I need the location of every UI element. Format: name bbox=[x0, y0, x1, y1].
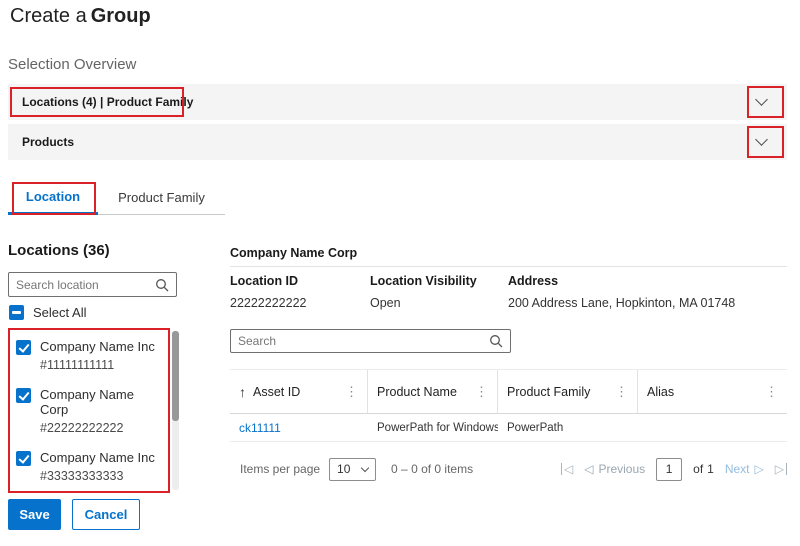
location-checkbox[interactable] bbox=[16, 388, 31, 403]
items-per-page-value: 10 bbox=[337, 462, 350, 476]
chevron-down-icon bbox=[361, 463, 369, 471]
column-header-alias[interactable]: Alias ⋮ bbox=[638, 370, 787, 413]
column-label: Product Family bbox=[507, 385, 590, 399]
tab-product-family[interactable]: Product Family bbox=[98, 181, 225, 214]
location-checkbox[interactable] bbox=[16, 340, 31, 355]
scrollbar-thumb[interactable] bbox=[172, 331, 179, 421]
table-header: ↑ Asset ID ⋮ Product Name ⋮ Product Fami… bbox=[230, 369, 787, 414]
pagination-controls: ◁ ◁ Previous of 1 Next ▷ ▷ bbox=[561, 458, 787, 481]
items-per-page-select[interactable]: 10 bbox=[329, 458, 376, 481]
page-title: Create aGroup bbox=[10, 5, 151, 28]
asset-search-input[interactable] bbox=[238, 334, 489, 348]
search-icon bbox=[155, 278, 169, 292]
field-label: Address bbox=[508, 274, 735, 288]
column-header-asset-id[interactable]: ↑ Asset ID ⋮ bbox=[230, 370, 368, 413]
previous-triangle-icon: ◁ bbox=[584, 462, 593, 476]
locations-count-heading: Locations (36) bbox=[8, 242, 110, 259]
accordion-products-label: Products bbox=[22, 135, 74, 149]
select-all-label: Select All bbox=[33, 305, 86, 320]
next-triangle-icon: ▷ bbox=[755, 462, 764, 476]
page-number-input[interactable] bbox=[656, 458, 682, 481]
field-address: Address 200 Address Lane, Hopkinton, MA … bbox=[508, 274, 735, 310]
cancel-button[interactable]: Cancel bbox=[72, 499, 140, 530]
page-title-regular: Create a bbox=[10, 5, 87, 27]
chevron-down-icon[interactable] bbox=[751, 132, 771, 152]
list-item[interactable]: Company Name Inc #33333333333 bbox=[10, 442, 168, 490]
field-label: Location Visibility bbox=[370, 274, 477, 288]
tab-product-family-label: Product Family bbox=[118, 190, 205, 205]
chevron-down-glyph bbox=[755, 93, 768, 106]
last-page-icon[interactable]: ▷ bbox=[775, 463, 787, 475]
save-button[interactable]: Save bbox=[8, 499, 61, 530]
list-item[interactable]: Company Name Inc #11111111111 bbox=[10, 331, 168, 379]
column-menu-icon[interactable]: ⋮ bbox=[475, 384, 488, 400]
tab-bar: Location Product Family bbox=[8, 181, 225, 215]
location-id: #33333333333 bbox=[40, 469, 155, 483]
of-text: of bbox=[693, 462, 703, 476]
field-location-id: Location ID 22222222222 bbox=[230, 274, 306, 310]
accordion-products[interactable]: Products bbox=[8, 124, 787, 160]
location-text: Company Name Corp #22222222222 bbox=[40, 387, 164, 435]
column-header-product-name[interactable]: Product Name ⋮ bbox=[368, 370, 498, 413]
table-row: ck11111 PowerPath for Windows PowerPath bbox=[230, 414, 787, 442]
assets-table: ↑ Asset ID ⋮ Product Name ⋮ Product Fami… bbox=[230, 369, 787, 442]
tab-location[interactable]: Location bbox=[8, 181, 98, 215]
column-label: Product Name bbox=[377, 385, 457, 399]
field-value: 200 Address Lane, Hopkinton, MA 01748 bbox=[508, 296, 735, 310]
column-menu-icon[interactable]: ⋮ bbox=[345, 384, 358, 400]
location-name: Company Name Inc bbox=[40, 450, 155, 465]
list-item[interactable]: Company Name Corp #22222222222 bbox=[10, 379, 168, 442]
location-checkbox[interactable] bbox=[16, 451, 31, 466]
column-header-product-family[interactable]: Product Family ⋮ bbox=[498, 370, 638, 413]
field-value: Open bbox=[370, 296, 477, 310]
accordion-locations-label: Locations (4) | Product Family bbox=[22, 95, 193, 109]
column-label: Asset ID bbox=[253, 385, 300, 399]
field-value: 22222222222 bbox=[230, 296, 306, 310]
accordion-locations[interactable]: Locations (4) | Product Family bbox=[8, 84, 787, 120]
selection-overview-heading: Selection Overview bbox=[8, 56, 136, 73]
company-heading: Company Name Corp bbox=[230, 246, 357, 260]
items-per-page-label: Items per page bbox=[240, 462, 320, 476]
location-search-box bbox=[8, 272, 177, 297]
product-family-cell: PowerPath bbox=[498, 422, 638, 434]
column-menu-icon[interactable]: ⋮ bbox=[615, 384, 628, 400]
location-name: Company Name Corp bbox=[40, 387, 164, 417]
field-label: Location ID bbox=[230, 274, 306, 288]
previous-page-button[interactable]: ◁ Previous bbox=[584, 462, 645, 476]
pagination-bar: Items per page 10 0 – 0 of 0 items ◁ ◁ P… bbox=[230, 454, 787, 484]
select-all-row[interactable]: Select All bbox=[9, 305, 86, 320]
sort-ascending-icon[interactable]: ↑ bbox=[239, 384, 246, 400]
divider bbox=[230, 266, 787, 267]
locations-list: Company Name Inc #11111111111 Company Na… bbox=[10, 331, 168, 490]
location-name: Company Name Inc bbox=[40, 339, 155, 354]
field-location-visibility: Location Visibility Open bbox=[370, 274, 477, 310]
create-group-page: Create aGroup Selection Overview Locatio… bbox=[0, 0, 800, 546]
asset-search-box bbox=[230, 329, 511, 353]
total-pages: 1 bbox=[707, 462, 714, 476]
page-title-bold: Group bbox=[91, 5, 151, 27]
first-page-icon[interactable]: ◁ bbox=[561, 463, 573, 475]
select-all-checkbox[interactable] bbox=[9, 305, 24, 320]
location-search-input[interactable] bbox=[16, 278, 155, 292]
tab-location-label: Location bbox=[26, 189, 80, 204]
previous-label: Previous bbox=[598, 462, 645, 476]
asset-id-link[interactable]: ck11111 bbox=[239, 421, 281, 435]
pagination-range: 0 – 0 of 0 items bbox=[391, 462, 473, 476]
asset-id-cell: ck11111 bbox=[230, 421, 368, 435]
search-icon bbox=[489, 334, 503, 348]
location-text: Company Name Inc #33333333333 bbox=[40, 450, 155, 483]
page-of-label: of 1 bbox=[693, 462, 714, 476]
chevron-down-icon[interactable] bbox=[751, 92, 771, 112]
location-text: Company Name Inc #11111111111 bbox=[40, 339, 155, 372]
chevron-down-glyph bbox=[755, 133, 768, 146]
column-label: Alias bbox=[647, 385, 674, 399]
list-scrollbar[interactable] bbox=[172, 331, 179, 490]
column-menu-icon[interactable]: ⋮ bbox=[765, 384, 778, 400]
next-label: Next bbox=[725, 462, 750, 476]
next-page-button[interactable]: Next ▷ bbox=[725, 462, 764, 476]
location-id: #22222222222 bbox=[40, 421, 164, 435]
location-id: #11111111111 bbox=[40, 358, 155, 372]
product-name-cell: PowerPath for Windows bbox=[368, 422, 498, 434]
